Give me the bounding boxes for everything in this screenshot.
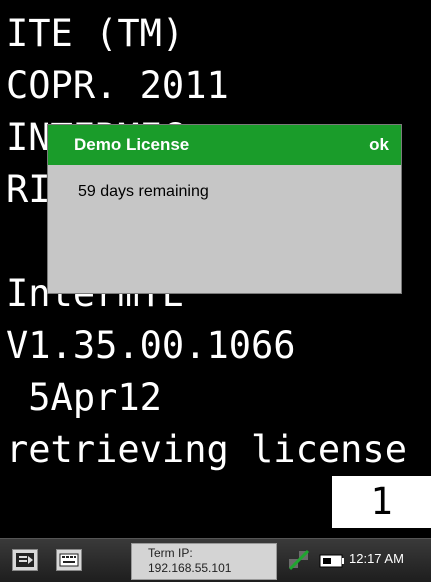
terminal-line: V1.35.00.1066	[6, 324, 296, 367]
term-ip-value: 192.168.55.101	[148, 561, 232, 575]
cursor-input[interactable]: 1	[332, 476, 431, 528]
dialog-message: 59 days remaining	[78, 183, 209, 200]
battery-icon[interactable]	[319, 553, 345, 573]
ok-button[interactable]: ok	[369, 135, 389, 155]
keyboard-icon[interactable]	[56, 549, 82, 571]
clock: 12:17 AM	[349, 551, 404, 566]
network-icon[interactable]	[286, 547, 312, 577]
terminal-line: 5Apr12	[6, 376, 162, 419]
taskbar: Term IP: 192.168.55.101 12:17 AM	[0, 538, 431, 582]
term-ip-label: Term IP:	[148, 546, 193, 560]
terminal-line: RI	[6, 168, 51, 211]
term-ip-display: Term IP: 192.168.55.101	[131, 543, 277, 580]
dialog-title-bar: Demo License ok	[48, 125, 401, 165]
terminal-line: COPR. 2011	[6, 64, 229, 107]
demo-license-dialog: Demo License ok 59 days remaining	[47, 124, 402, 294]
start-menu-icon[interactable]	[12, 549, 38, 571]
terminal-line: ITE (TM)	[6, 12, 185, 55]
dialog-title: Demo License	[74, 135, 190, 154]
terminal-line: retrieving license	[6, 428, 407, 471]
